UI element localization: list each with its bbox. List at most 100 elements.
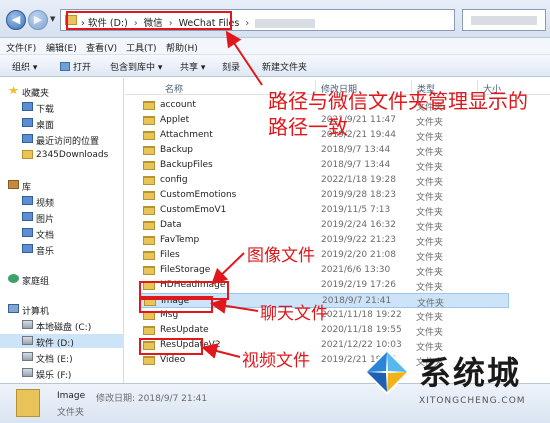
address-bar: ◀ ▶ ▼ › 软件 (D:) › 微信 › WeChat Files ›: [0, 0, 550, 38]
file-type: 文件夹: [416, 148, 444, 158]
msg-note: 聊天文件: [260, 304, 328, 324]
back-button[interactable]: ◀: [6, 10, 26, 30]
file-row[interactable]: FavTemp 2019/9/22 21:23 文件夹: [139, 233, 509, 248]
sidebar-computer[interactable]: 计算机: [0, 302, 124, 317]
file-date: 2021/6/6 13:30: [321, 265, 391, 275]
file-type: 文件夹: [416, 238, 444, 248]
file-row[interactable]: BackupFiles 2018/9/7 13:44 文件夹: [139, 158, 509, 173]
sidebar-favorites[interactable]: 收藏夹: [0, 84, 124, 99]
organize-button[interactable]: 组织 ▾: [12, 60, 37, 73]
open-button[interactable]: 打开: [60, 60, 91, 73]
file-date: 2022/1/18 19:28: [321, 175, 396, 185]
breadcrumb-sep: ›: [245, 18, 250, 29]
share-button[interactable]: 共享 ▾: [180, 60, 205, 73]
picture-icon: [22, 212, 33, 221]
menu-view[interactable]: 查看(V): [86, 41, 117, 54]
file-row[interactable]: Backup 2018/9/7 13:44 文件夹: [139, 143, 509, 158]
sidebar-item-documents[interactable]: 文档: [0, 226, 124, 241]
file-row[interactable]: FileStorage 2021/6/6 13:30 文件夹: [139, 263, 509, 278]
desktop-icon: [22, 118, 33, 127]
search-input[interactable]: [462, 9, 546, 31]
file-type: 文件夹: [416, 133, 444, 143]
file-name: Attachment: [160, 130, 213, 140]
video-note: 视频文件: [242, 351, 310, 371]
file-type: 文件夹: [416, 313, 444, 323]
sidebar-homegroup[interactable]: 家庭组: [0, 272, 124, 287]
forward-button[interactable]: ▶: [28, 10, 48, 30]
file-row[interactable]: Data 2019/2/24 16:32 文件夹: [139, 218, 509, 233]
msg-highlight-box: [139, 296, 213, 313]
column-name[interactable]: 名称: [165, 82, 183, 95]
selected-item-name: Image: [57, 391, 86, 401]
file-date: 2020/11/18 19:55: [321, 325, 402, 335]
blurred-segment: [255, 19, 316, 28]
folder-icon: [143, 116, 155, 125]
blurred-search-text: [471, 16, 537, 25]
sidebar-item-drive-c[interactable]: 本地磁盘 (C:): [0, 318, 124, 333]
file-type: 文件夹: [416, 268, 444, 278]
file-date: 2019/9/22 21:23: [321, 235, 396, 245]
sidebar-item-desktop[interactable]: 桌面: [0, 116, 124, 131]
folder-icon: [16, 389, 40, 417]
file-row[interactable]: config 2022/1/18 19:28 文件夹: [139, 173, 509, 188]
file-type: 文件夹: [416, 193, 444, 203]
file-row[interactable]: CustomEmotions 2019/9/28 18:23 文件夹: [139, 188, 509, 203]
image-note: 图像文件: [247, 246, 315, 266]
folder-icon: [143, 176, 155, 185]
folder-icon: [143, 101, 155, 110]
menu-edit[interactable]: 编辑(E): [46, 41, 77, 54]
file-row[interactable]: CustomEmoV1 2019/11/5 7:13 文件夹: [139, 203, 509, 218]
file-type: 文件夹: [416, 118, 444, 128]
sidebar-item-music[interactable]: 音乐: [0, 242, 124, 257]
file-date: 2018/9/7 13:44: [321, 145, 391, 155]
folder-icon: [143, 221, 155, 230]
burn-button[interactable]: 刻录: [222, 60, 240, 73]
path-note-line1: 路径与微信文件夹管理显示的: [268, 89, 528, 113]
open-label: 打开: [73, 63, 92, 73]
file-type: 文件夹: [416, 328, 444, 338]
watermark-subtitle: XITONGCHENG.COM: [419, 396, 526, 406]
recent-pages-dropdown[interactable]: ▼: [50, 15, 55, 23]
music-icon: [22, 244, 33, 253]
file-type: 文件夹: [416, 208, 444, 218]
menu-file[interactable]: 文件(F): [6, 41, 36, 54]
navigation-pane: 收藏夹 下载 桌面 最近访问的位置 2345Downloads 库 视频 图片 …: [0, 78, 124, 383]
sidebar-item-videos[interactable]: 视频: [0, 194, 124, 209]
sidebar-libraries[interactable]: 库: [0, 178, 124, 193]
file-date: 2019/2/19 17:26: [321, 280, 396, 290]
open-icon: [60, 62, 70, 71]
sidebar-item-downloads[interactable]: 下载: [0, 100, 124, 115]
file-name: FavTemp: [160, 235, 200, 245]
watermark: 系统城 XITONGCHENG.COM: [357, 344, 547, 414]
sidebar-item-recent[interactable]: 最近访问的位置: [0, 132, 124, 147]
file-date: 2019/9/28 18:23: [321, 190, 396, 200]
sidebar-item-drive-d[interactable]: 软件 (D:): [0, 334, 124, 349]
new-folder-button[interactable]: 新建文件夹: [262, 60, 307, 73]
folder-icon: [143, 161, 155, 170]
file-type: 文件夹: [416, 253, 444, 263]
file-date: 2021/11/18 19:22: [321, 310, 402, 320]
file-row[interactable]: Files 2019/2/20 21:08 文件夹: [139, 248, 509, 263]
file-type: 文件夹: [416, 223, 444, 233]
drive-icon: [22, 352, 33, 361]
file-date: 2018/9/7 13:44: [321, 160, 391, 170]
file-name: Video: [160, 355, 186, 365]
menu-bar: 文件(F) 编辑(E) 查看(V) 工具(T) 帮助(H): [0, 38, 550, 55]
sidebar-item-pictures[interactable]: 图片: [0, 210, 124, 225]
file-name: Data: [160, 220, 182, 230]
command-bar: 组织 ▾ 打开 包含到库中 ▾ 共享 ▾ 刻录 新建文件夹: [0, 55, 550, 77]
menu-tools[interactable]: 工具(T): [126, 41, 157, 54]
file-name: config: [160, 175, 188, 185]
sidebar-item-drive-f[interactable]: 娱乐 (F:): [0, 366, 124, 381]
recent-places-icon: [22, 134, 33, 143]
sidebar-item-2345downloads[interactable]: 2345Downloads: [0, 148, 124, 162]
document-icon: [22, 228, 33, 237]
video-icon: [22, 196, 33, 205]
sidebar-item-drive-e[interactable]: 文档 (E:): [0, 350, 124, 365]
video-highlight-box: [139, 338, 203, 355]
file-row[interactable]: ResUpdate 2020/11/18 19:55 文件夹: [139, 323, 509, 338]
include-library-button[interactable]: 包含到库中 ▾: [110, 60, 162, 73]
file-name: BackupFiles: [160, 160, 213, 170]
folder-icon: [143, 131, 155, 140]
menu-help[interactable]: 帮助(H): [166, 41, 198, 54]
